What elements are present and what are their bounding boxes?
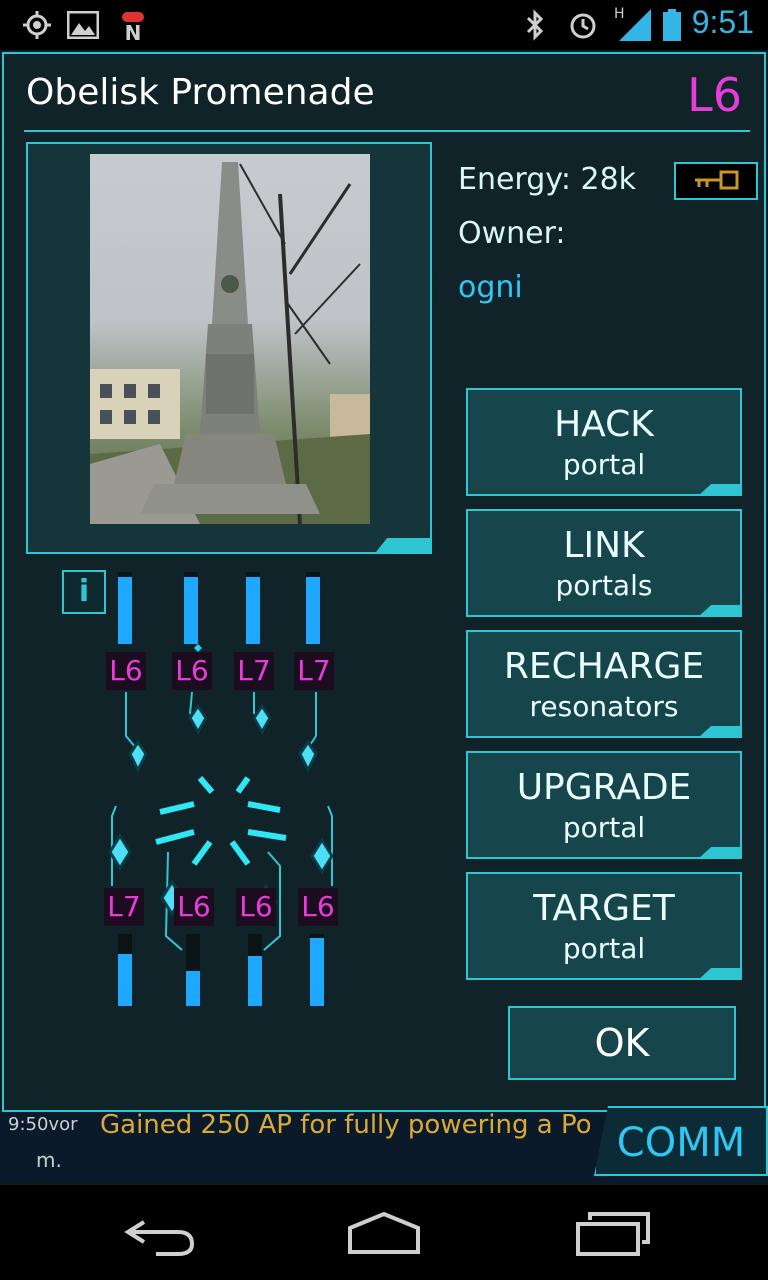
svg-text:N: N bbox=[125, 21, 142, 42]
battery-icon bbox=[660, 8, 684, 42]
comm-time-suffix: m. bbox=[36, 1148, 62, 1172]
link-sublabel: portals bbox=[555, 569, 653, 602]
image-icon bbox=[66, 8, 100, 42]
back-button[interactable] bbox=[116, 1206, 206, 1260]
recharge-sublabel: resonators bbox=[529, 690, 679, 723]
key-button[interactable] bbox=[674, 162, 758, 200]
resonator-level-bottom-3: L6 bbox=[236, 888, 276, 926]
target-sublabel: portal bbox=[562, 932, 646, 965]
upgrade-label: UPGRADE bbox=[516, 767, 692, 808]
resonator-bar-bottom-3 bbox=[248, 934, 262, 1006]
title-divider bbox=[24, 130, 750, 132]
resonator-level-bottom-1: L7 bbox=[104, 888, 144, 926]
key-icon bbox=[695, 170, 739, 190]
home-icon bbox=[348, 1211, 420, 1254]
target-label: TARGET bbox=[533, 888, 675, 929]
resonator-diagram: L6 L6 L7 L7 L7 L6 L6 L6 bbox=[84, 566, 384, 1006]
hack-label: HACK bbox=[554, 404, 654, 445]
owner-name[interactable]: ogni bbox=[458, 270, 523, 305]
signal-icon: H bbox=[612, 6, 652, 42]
bluetooth-icon bbox=[520, 8, 550, 42]
android-n-icon: N bbox=[116, 8, 150, 42]
resonator-bar-bottom-4 bbox=[310, 934, 324, 1006]
back-icon bbox=[124, 1220, 195, 1256]
status-bar: N H 9:51 bbox=[0, 0, 768, 50]
portal-title: Obelisk Promenade bbox=[26, 72, 375, 113]
ok-button[interactable]: OK bbox=[508, 1006, 736, 1080]
hack-sublabel: portal bbox=[562, 448, 646, 481]
status-clock: 9:51 bbox=[691, 4, 754, 40]
resonator-level-bottom-4: L6 bbox=[298, 888, 338, 926]
upgrade-sublabel: portal bbox=[562, 811, 646, 844]
portal-photo-frame: i bbox=[26, 142, 432, 614]
alarm-icon bbox=[566, 8, 600, 42]
network-type-label: H bbox=[614, 6, 625, 22]
portal-dialog: Obelisk Promenade L6 i Energy: 28k Owner… bbox=[2, 52, 766, 1112]
comm-time: 9:50vor bbox=[8, 1114, 78, 1135]
resonator-level-bottom-2: L6 bbox=[174, 888, 214, 926]
upgrade-button[interactable]: UPGRADE portal bbox=[466, 751, 742, 859]
portal-photo[interactable] bbox=[90, 154, 370, 524]
recharge-button[interactable]: RECHARGE resonators bbox=[466, 630, 742, 738]
link-label: LINK bbox=[563, 525, 645, 566]
navigation-bar bbox=[0, 1186, 768, 1280]
link-button[interactable]: LINK portals bbox=[466, 509, 742, 617]
owner-label: Owner: bbox=[458, 216, 566, 251]
resonator-bar-bottom-2 bbox=[186, 934, 200, 1006]
resonator-bar-bottom-1 bbox=[118, 934, 132, 1006]
recent-apps-icon bbox=[576, 1212, 650, 1256]
energy-label: Energy: 28k bbox=[458, 162, 637, 197]
recent-apps-button[interactable] bbox=[570, 1206, 660, 1260]
hack-button[interactable]: HACK portal bbox=[466, 388, 742, 496]
home-button[interactable] bbox=[340, 1206, 430, 1260]
recharge-label: RECHARGE bbox=[503, 646, 705, 687]
target-button[interactable]: TARGET portal bbox=[466, 872, 742, 980]
comm-message: Gained 250 AP for fully powering a Po bbox=[100, 1110, 590, 1140]
gps-icon bbox=[20, 8, 54, 42]
portal-level: L6 bbox=[687, 68, 742, 122]
comm-button[interactable]: COMM bbox=[594, 1106, 768, 1176]
